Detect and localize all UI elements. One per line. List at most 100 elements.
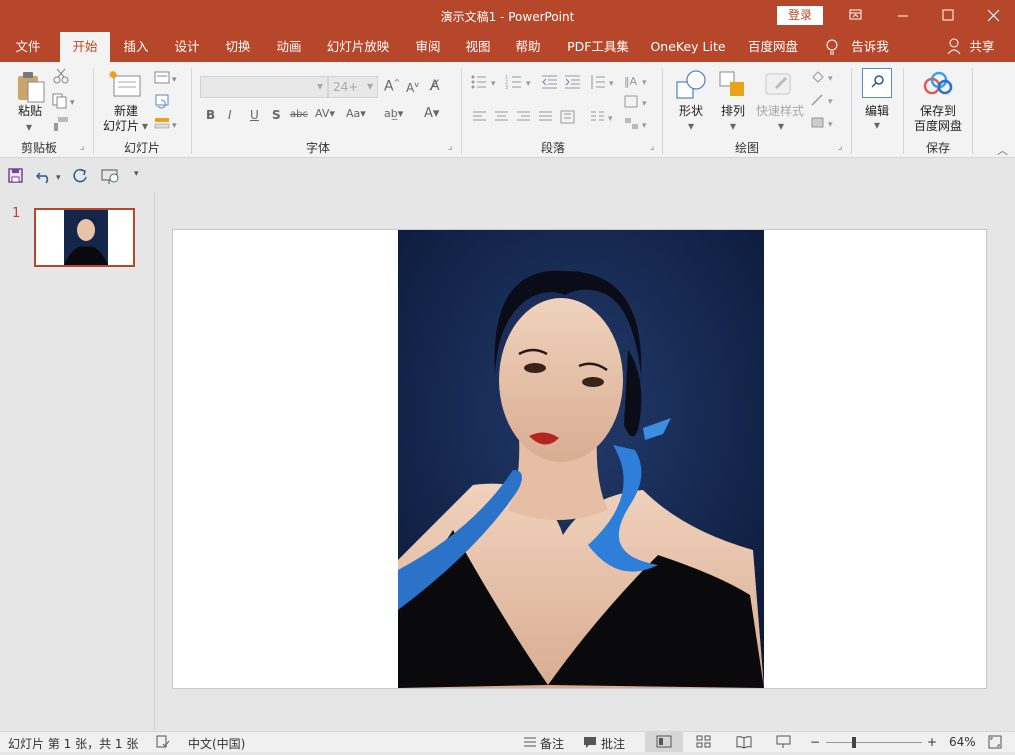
- shapes-dropdown-icon[interactable]: ▾: [688, 119, 694, 133]
- distribute-icon[interactable]: [560, 110, 576, 127]
- save-to-label[interactable]: 保存到: [908, 104, 968, 119]
- zoom-level[interactable]: 64%: [949, 735, 976, 749]
- zoom-in-button[interactable]: +: [927, 735, 937, 749]
- font-size-dropdown-icon[interactable]: ▾: [367, 79, 373, 93]
- tab-onekey[interactable]: OneKey Lite: [646, 32, 730, 62]
- paste-dropdown-icon[interactable]: ▾: [26, 120, 32, 134]
- new-slide-label[interactable]: 新建: [100, 104, 152, 119]
- align-right-icon[interactable]: [516, 110, 532, 127]
- text-direction-icon[interactable]: ‖A ▾: [624, 72, 650, 93]
- portrait-photo[interactable]: [173, 230, 987, 689]
- fit-to-window-icon[interactable]: [988, 735, 1002, 752]
- slide-canvas[interactable]: [172, 229, 987, 689]
- align-left-icon[interactable]: [472, 110, 488, 127]
- line-spacing-icon[interactable]: ▾: [589, 74, 619, 93]
- drawing-launcher-icon[interactable]: ⌟: [838, 142, 842, 152]
- cut-icon[interactable]: [52, 68, 70, 87]
- font-name-dropdown-icon[interactable]: ▾: [317, 79, 323, 93]
- zoom-out-button[interactable]: −: [810, 735, 820, 749]
- shapes-icon[interactable]: [674, 68, 708, 105]
- find-search-icon[interactable]: [862, 68, 892, 98]
- share-button[interactable]: 共享: [965, 32, 999, 62]
- minimize-icon[interactable]: [880, 0, 926, 32]
- slideshow-view-icon[interactable]: [776, 735, 792, 752]
- paste-icon[interactable]: [12, 68, 48, 104]
- editing-dropdown-icon[interactable]: ▾: [874, 118, 880, 132]
- quick-styles-icon[interactable]: [762, 68, 796, 105]
- columns-icon[interactable]: ▾: [590, 110, 620, 127]
- quick-styles-dropdown-icon[interactable]: ▾: [778, 119, 784, 133]
- reset-icon[interactable]: [154, 93, 172, 112]
- clipboard-launcher-icon[interactable]: ⌟: [80, 142, 84, 152]
- italic-button[interactable]: I: [228, 108, 232, 122]
- shadow-button[interactable]: S: [272, 108, 281, 122]
- tab-design[interactable]: 设计: [165, 32, 209, 62]
- slide-sorter-icon[interactable]: [696, 735, 712, 752]
- start-slideshow-icon[interactable]: [101, 167, 123, 188]
- tab-baidu[interactable]: 百度网盘: [742, 32, 804, 62]
- align-text-icon[interactable]: ▾: [624, 94, 650, 113]
- char-spacing-icon[interactable]: AV▾: [315, 107, 335, 120]
- tab-pdf-tools[interactable]: PDF工具集: [562, 32, 634, 62]
- paste-button[interactable]: 粘贴: [10, 104, 50, 119]
- notes-button[interactable]: 备注: [540, 735, 564, 752]
- comments-button[interactable]: 批注: [601, 735, 625, 752]
- shape-fill-icon[interactable]: ▾: [810, 70, 840, 87]
- tab-file[interactable]: 文件: [4, 32, 52, 62]
- increase-font-icon[interactable]: A^: [384, 78, 400, 95]
- highlight-icon[interactable]: ab̲▾: [384, 107, 403, 120]
- undo-icon[interactable]: ▾: [35, 167, 64, 188]
- tab-home[interactable]: 开始: [60, 32, 110, 62]
- new-slide-button[interactable]: 幻灯片: [100, 119, 148, 134]
- tab-slideshow[interactable]: 幻灯片放映: [322, 32, 394, 62]
- tab-review[interactable]: 审阅: [406, 32, 450, 62]
- tab-animations[interactable]: 动画: [267, 32, 311, 62]
- bullets-icon[interactable]: ▾: [470, 74, 502, 93]
- baidu-cloud-icon[interactable]: [922, 70, 954, 101]
- language-status[interactable]: 中文(中国): [188, 735, 245, 752]
- accessibility-icon[interactable]: [156, 735, 172, 752]
- tell-me-search[interactable]: 告诉我: [848, 32, 892, 62]
- maximize-icon[interactable]: [925, 0, 971, 32]
- decrease-font-icon[interactable]: Av: [406, 80, 419, 95]
- paragraph-launcher-icon[interactable]: ⌟: [650, 142, 654, 152]
- tab-transitions[interactable]: 切换: [216, 32, 260, 62]
- notes-icon[interactable]: [523, 735, 537, 752]
- arrange-dropdown-icon[interactable]: ▾: [730, 119, 736, 133]
- shape-outline-icon[interactable]: ▾: [810, 93, 840, 110]
- new-slide-icon[interactable]: ✸: [108, 68, 142, 103]
- format-painter-icon[interactable]: [52, 116, 70, 135]
- arrange-icon[interactable]: [716, 68, 750, 105]
- normal-view-icon[interactable]: [645, 732, 683, 752]
- collapse-ribbon-icon[interactable]: ︿: [997, 142, 1008, 158]
- save-icon[interactable]: [8, 168, 24, 187]
- underline-button[interactable]: U: [250, 108, 259, 122]
- section-icon[interactable]: ▾: [154, 116, 182, 135]
- align-center-icon[interactable]: [494, 110, 510, 127]
- zoom-slider-thumb[interactable]: [852, 737, 856, 748]
- tab-view[interactable]: 视图: [456, 32, 500, 62]
- slide-thumbnail[interactable]: [34, 208, 135, 267]
- arrange-button[interactable]: 排列: [714, 104, 752, 119]
- zoom-slider[interactable]: [826, 737, 922, 748]
- font-color-icon[interactable]: A▾: [424, 106, 439, 121]
- editing-button[interactable]: 编辑: [858, 104, 896, 119]
- decrease-indent-icon[interactable]: [541, 74, 559, 93]
- numbering-icon[interactable]: 1 2 3 ▾: [505, 74, 537, 93]
- login-button[interactable]: 登录: [777, 6, 823, 25]
- font-size-box[interactable]: 24+ ▾: [328, 76, 378, 98]
- copy-icon[interactable]: ▾: [52, 93, 78, 112]
- change-case-icon[interactable]: Aa▾: [346, 107, 366, 120]
- strikethrough-button[interactable]: abc: [290, 109, 308, 120]
- justify-icon[interactable]: [538, 110, 554, 127]
- tab-insert[interactable]: 插入: [114, 32, 158, 62]
- share-person-icon[interactable]: [945, 32, 965, 62]
- ribbon-display-options-icon[interactable]: [832, 0, 878, 32]
- tab-help[interactable]: 帮助: [506, 32, 550, 62]
- save-to-baidu-button[interactable]: 百度网盘: [908, 119, 968, 134]
- layout-icon[interactable]: ▾: [154, 70, 182, 89]
- redo-icon[interactable]: [72, 167, 90, 188]
- bold-button[interactable]: B: [206, 108, 215, 122]
- shapes-button[interactable]: 形状: [672, 104, 710, 119]
- new-slide-dropdown-icon[interactable]: ▾: [142, 119, 148, 133]
